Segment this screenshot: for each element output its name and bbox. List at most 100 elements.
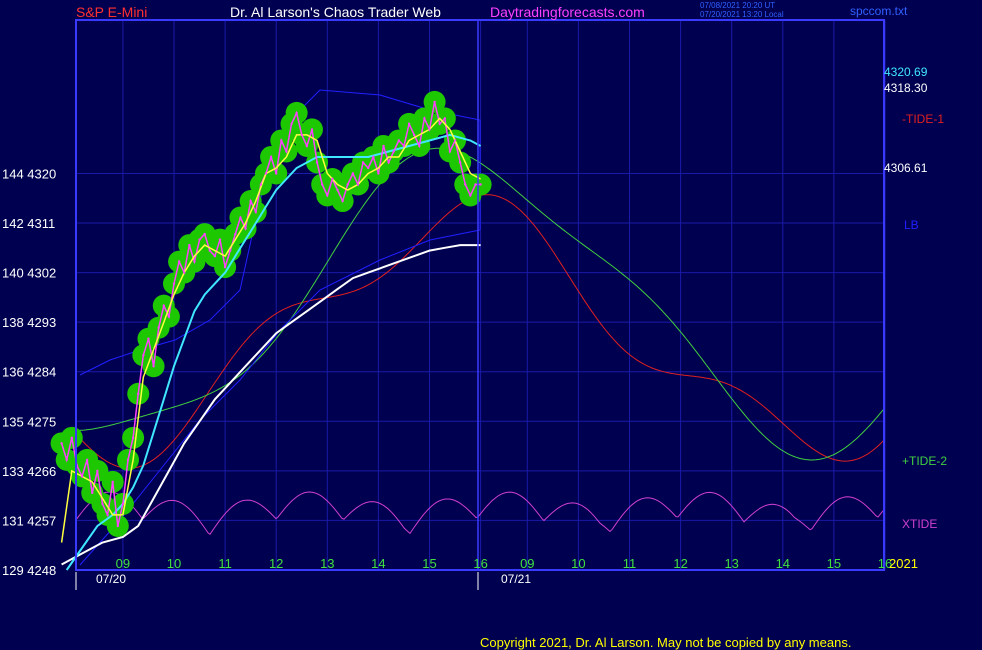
price-point	[341, 199, 344, 203]
price-point	[433, 100, 436, 104]
price-point	[91, 491, 94, 495]
y-tick-label: 133 4266	[2, 464, 56, 479]
y-tick-label: 142 4311	[2, 216, 55, 231]
price-point	[106, 513, 109, 517]
x-tick-label: 14	[776, 556, 790, 571]
price-point	[111, 480, 114, 484]
y-tick-label: 140 4302	[2, 266, 56, 281]
price-point	[464, 183, 467, 186]
price-point	[315, 161, 319, 164]
price-point	[213, 254, 217, 258]
price-point	[121, 502, 125, 506]
price-point	[285, 150, 288, 153]
price-point	[346, 183, 349, 186]
price-point	[310, 128, 314, 131]
price-point	[412, 133, 416, 137]
price-point	[372, 155, 375, 159]
price-point	[198, 238, 201, 241]
price-label: 4318.30	[884, 81, 928, 95]
price-point	[244, 227, 247, 230]
chart-header-title: Dr. Al Larson's Chaos Trader Web	[230, 4, 441, 20]
x-tick-label: 15	[827, 556, 841, 571]
price-point	[458, 161, 462, 164]
price-point	[152, 365, 155, 368]
price-point	[326, 194, 329, 197]
y-tick-label: 135 4275	[2, 414, 56, 429]
price-point	[280, 139, 283, 142]
data-file-name: spccom.txt	[850, 4, 908, 18]
price-point	[218, 238, 222, 241]
price-point	[264, 172, 268, 175]
date-label: 07/20	[96, 572, 126, 586]
price-point	[234, 232, 237, 236]
price-point	[377, 172, 380, 175]
price-point	[438, 122, 441, 126]
legend-xtide: XTIDE	[902, 517, 937, 531]
price-point	[300, 133, 303, 137]
price-point	[387, 161, 390, 164]
price-point	[453, 139, 457, 142]
price-point	[290, 122, 293, 126]
price-point	[423, 117, 426, 120]
price-point	[142, 354, 145, 357]
price-point	[254, 210, 257, 214]
price-point	[167, 315, 171, 318]
x-tick-label: 15	[422, 556, 436, 571]
x-tick-label: 16	[473, 556, 487, 571]
y-tick-label: 144 4320	[2, 166, 56, 181]
price-point	[177, 260, 181, 263]
price-point	[80, 475, 84, 478]
price-point	[402, 144, 406, 148]
price-point	[101, 502, 104, 506]
price-point	[366, 166, 370, 170]
timestamp-ut: 07/08/2021 20:20 UT	[700, 1, 776, 10]
date-label: 07/21	[501, 572, 531, 586]
y-tick-label: 131 4257	[2, 513, 56, 528]
price-point	[131, 436, 135, 440]
price-point	[407, 122, 411, 126]
price-point	[193, 260, 196, 263]
price-point	[479, 183, 482, 186]
price-point	[65, 458, 68, 462]
y-tick-label: 136 4284	[2, 365, 56, 380]
price-point	[418, 144, 421, 148]
timestamp-local: 07/20/2021 13:20 Local	[700, 10, 784, 19]
price-point	[448, 150, 452, 153]
x-tick-label: 12	[269, 556, 283, 571]
price-point	[162, 304, 165, 307]
price-point	[249, 199, 252, 203]
price-point	[259, 183, 263, 186]
price-point	[157, 326, 160, 329]
price-point	[70, 436, 74, 440]
year-label: 2021	[889, 556, 918, 571]
price-point	[382, 144, 385, 148]
price-point	[126, 458, 130, 462]
price-point	[443, 117, 447, 120]
x-tick-label: 10	[167, 556, 181, 571]
x-tick-label: 10	[571, 556, 585, 571]
copyright-notice: Copyright 2021, Dr. Al Larson. May not b…	[480, 635, 852, 650]
price-point	[428, 128, 431, 131]
x-tick-label: 13	[320, 556, 334, 571]
price-point	[188, 243, 191, 247]
legend-lb: LB	[904, 218, 919, 232]
price-point	[208, 249, 211, 252]
price-label: 4320.69	[884, 65, 928, 79]
x-tick-label: 11	[623, 556, 637, 571]
price-point	[147, 337, 150, 340]
price-point	[116, 524, 119, 528]
chart: 129 4248 131 4257 133 4266 135 4275 136 4284…	[2, 19, 947, 590]
price-point	[469, 194, 472, 197]
price-point	[336, 188, 339, 192]
x-tick-label: 09	[116, 556, 130, 571]
x-tick-label: 11	[218, 556, 232, 571]
price-point	[361, 161, 365, 164]
price-point	[269, 155, 273, 159]
price-point	[305, 144, 309, 148]
y-tick-label: 138 4293	[2, 315, 56, 330]
plot-area	[76, 20, 884, 570]
price-point	[60, 442, 63, 445]
price-point	[320, 183, 324, 186]
site-link[interactable]: Daytradingforecasts.com	[490, 4, 645, 20]
price-point	[392, 150, 395, 153]
